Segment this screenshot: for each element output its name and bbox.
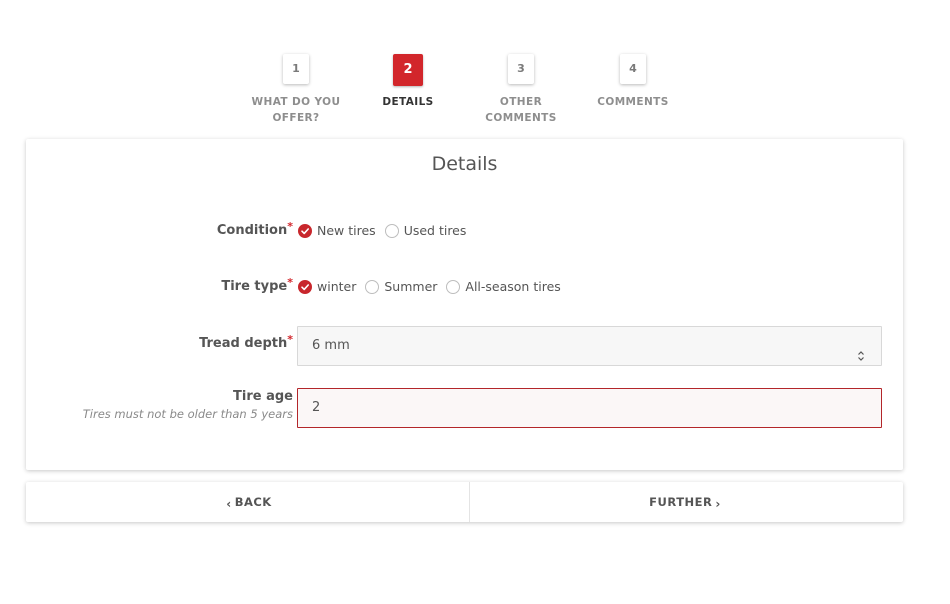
tire-age-input[interactable]: 2: [297, 388, 882, 428]
tread-depth-label: Tread depth*: [199, 333, 293, 351]
form-title: Details: [431, 153, 498, 175]
chevron-right-icon: ›: [715, 497, 721, 511]
tire-age-label: Tire age Tires must not be older than 5 …: [82, 389, 293, 421]
details-form-card: Details Condition* New tires Used tires …: [26, 139, 903, 470]
further-button[interactable]: FURTHER ›: [470, 482, 903, 522]
tire-type-label: Tire type*: [221, 276, 293, 294]
tire-age-hint: Tires must not be older than 5 years: [82, 407, 293, 421]
required-marker: *: [287, 276, 293, 289]
step-label: WHAT DO YOU OFFER?: [251, 96, 341, 124]
radio-checked-icon: [298, 279, 312, 294]
step-label: DETAILS: [382, 96, 434, 108]
step-number: 3: [508, 54, 534, 84]
step-label: OTHER COMMENTS: [485, 96, 557, 124]
radio-new-tires[interactable]: New tires: [298, 223, 376, 238]
step-3[interactable]: 3 OTHER COMMENTS: [456, 54, 586, 126]
required-marker: *: [287, 333, 293, 346]
step-number: 1: [283, 54, 309, 84]
step-2-active[interactable]: 2 DETAILS: [343, 54, 473, 110]
step-label: COMMENTS: [597, 96, 669, 108]
radio-checked-icon: [298, 223, 312, 238]
progress-stepper: 1 WHAT DO YOU OFFER? 2 DETAILS 3 OTHER C…: [0, 54, 950, 134]
radio-used-tires[interactable]: Used tires: [384, 223, 466, 238]
radio-summer[interactable]: Summer: [365, 279, 437, 294]
step-number: 4: [620, 54, 646, 84]
back-button[interactable]: ‹ BACK: [26, 482, 470, 522]
required-marker: *: [287, 220, 293, 233]
step-1[interactable]: 1 WHAT DO YOU OFFER?: [231, 54, 361, 126]
condition-label: Condition*: [216, 220, 293, 238]
radio-unchecked-icon: [365, 279, 380, 294]
step-number: 2: [393, 54, 423, 86]
radio-all-season[interactable]: All-season tires: [446, 279, 561, 294]
wizard-nav-bar: ‹ BACK FURTHER ›: [26, 482, 903, 522]
condition-radio-group: New tires Used tires: [298, 223, 475, 238]
tread-depth-select[interactable]: 6 mm: [297, 326, 882, 366]
radio-unchecked-icon: [446, 279, 461, 294]
chevron-left-icon: ‹: [226, 497, 232, 511]
select-arrows-icon: [857, 340, 865, 378]
step-4[interactable]: 4 COMMENTS: [568, 54, 698, 110]
radio-unchecked-icon: [384, 223, 399, 238]
tire-type-radio-group: winter Summer All-season tires: [298, 279, 570, 294]
radio-winter[interactable]: winter: [298, 279, 356, 294]
